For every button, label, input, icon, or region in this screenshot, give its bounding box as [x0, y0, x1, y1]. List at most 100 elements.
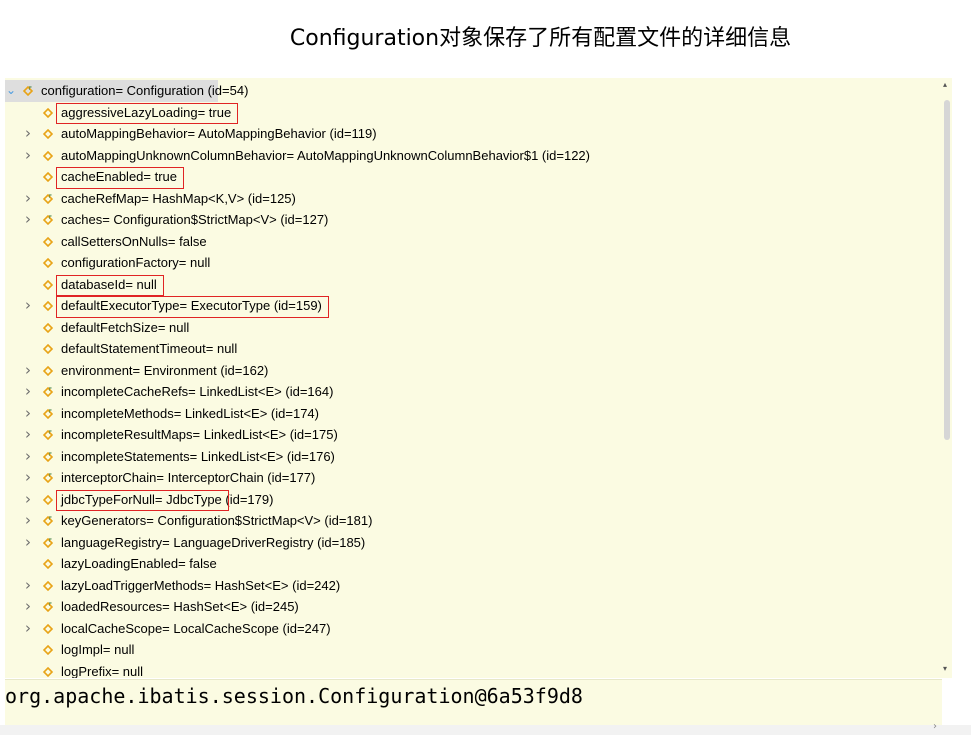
tree-row[interactable]: › FincompleteStatements= LinkedList<E> (i… — [5, 446, 935, 468]
tree-row-label: lazyLoadTriggerMethods= HashSet<E> (id=2… — [61, 577, 341, 593]
tree-root-label: configuration= Configuration (id=54) — [41, 83, 249, 98]
field-icon — [43, 129, 53, 139]
tree-row-label: configurationFactory= null — [61, 255, 211, 270]
highlight-box — [56, 489, 229, 511]
final-field-icon: F — [23, 86, 33, 96]
expand-toggle-icon[interactable]: › — [22, 489, 34, 511]
highlight-box — [56, 102, 239, 124]
field-icon — [43, 258, 53, 268]
expand-toggle-icon[interactable]: › — [22, 209, 34, 231]
tree-row[interactable]: › FkeyGenerators= Configuration$StrictMap… — [5, 510, 935, 532]
final-field-icon: F — [43, 215, 53, 225]
tree-row-label: lazyLoadingEnabled= false — [61, 556, 217, 571]
tree-row[interactable]: › FincompleteResultMaps= LinkedList<E> (i… — [5, 424, 935, 446]
expand-toggle-icon[interactable]: › — [22, 424, 34, 446]
tree-row[interactable]: › FinterceptorChain= InterceptorChain (id… — [5, 467, 935, 489]
expand-toggle-icon[interactable]: › — [22, 360, 34, 382]
field-icon — [43, 150, 53, 161]
scroll-right-arrow-icon[interactable]: › — [933, 721, 937, 732]
tree-row[interactable]: › FlanguageRegistry= LanguageDriverRegist… — [5, 532, 935, 554]
expand-toggle-icon[interactable]: › — [22, 532, 34, 554]
tree-row-label: cacheRefMap= HashMap<K,V> (id=125) — [61, 190, 296, 206]
svg-text:F: F — [49, 430, 52, 436]
expand-toggle-icon[interactable]: › — [22, 596, 34, 618]
svg-text:F: F — [49, 409, 52, 415]
field-icon — [43, 279, 53, 290]
field-icon — [43, 365, 53, 376]
expand-toggle-icon[interactable]: › — [22, 446, 34, 468]
tree-row-label: incompleteCacheRefs= LinkedList<E> (id=1… — [61, 384, 334, 399]
tree-row-label: logPrefix= null — [61, 663, 144, 679]
tree-row[interactable]: › localCacheScope= LocalCacheScope (id=24… — [5, 618, 935, 640]
tree-row[interactable]: › FloadedResources= HashSet<E> (id=245) — [5, 596, 935, 618]
final-field-icon: F — [43, 408, 53, 419]
tree-row-label: defaultStatementTimeout= null — [61, 341, 238, 356]
scroll-down-arrow-icon[interactable]: ▾ — [943, 664, 947, 673]
detail-value-text: org.apache.ibatis.session.Configuration@… — [5, 684, 583, 708]
scrollbar-thumb[interactable] — [944, 100, 950, 440]
expand-toggle-icon[interactable]: › — [22, 123, 34, 145]
vertical-scrollbar[interactable]: ▴ ▾ — [942, 78, 952, 678]
svg-text:F: F — [49, 194, 52, 200]
detail-pane[interactable]: org.apache.ibatis.session.Configuration@… — [5, 679, 942, 726]
tree-root-configuration[interactable]: ⌄ F configuration= Configuration (id=54) — [5, 80, 248, 102]
tree-row[interactable]: › FincompleteCacheRefs= LinkedList<E> (id… — [5, 381, 935, 403]
svg-text:F: F — [49, 538, 52, 544]
horizontal-scrollbar[interactable]: › — [0, 721, 971, 735]
final-field-icon: F — [43, 387, 53, 397]
svg-text:F: F — [49, 602, 52, 608]
field-icon — [43, 623, 53, 634]
expand-toggle-icon[interactable]: › — [22, 618, 34, 640]
tree-row[interactable]: › FincompleteMethods= LinkedList<E> (id=1… — [5, 403, 935, 425]
collapse-toggle-icon[interactable]: ⌄ — [5, 80, 17, 102]
expand-toggle-icon[interactable]: › — [22, 467, 34, 489]
tree-row-label: environment= Environment (id=162) — [61, 362, 269, 378]
tree-row[interactable]: › autoMappingUnknownColumnBehavior= AutoM… — [5, 145, 935, 167]
expand-toggle-icon[interactable]: › — [22, 381, 34, 403]
field-icon — [43, 236, 53, 247]
variables-tree: ⌄ F configuration= Configuration (id=54)… — [5, 78, 942, 678]
field-icon — [43, 107, 53, 118]
tree-row[interactable]: callSettersOnNulls= false — [5, 231, 935, 253]
field-icon — [43, 666, 53, 677]
svg-text:F: F — [49, 473, 52, 479]
final-field-icon: F — [43, 602, 53, 612]
tree-row[interactable]: lazyLoadingEnabled= false — [5, 553, 935, 575]
svg-text:F: F — [29, 86, 32, 92]
expand-toggle-icon[interactable]: › — [22, 145, 34, 167]
tree-row-label: logImpl= null — [61, 642, 135, 657]
tree-row[interactable]: › FcacheRefMap= HashMap<K,V> (id=125) — [5, 188, 935, 210]
tree-row-label: keyGenerators= Configuration$StrictMap<V… — [61, 513, 373, 528]
final-field-icon: F — [43, 473, 53, 483]
tree-row-label: localCacheScope= LocalCacheScope (id=247… — [61, 620, 331, 636]
tree-row[interactable]: › lazyLoadTriggerMethods= HashSet<E> (id=… — [5, 575, 935, 597]
field-icon — [43, 645, 53, 655]
expand-toggle-icon[interactable]: › — [22, 295, 34, 317]
tree-row[interactable]: logPrefix= null — [5, 661, 935, 679]
tree-row-label: autoMappingBehavior= AutoMappingBehavior… — [61, 126, 377, 141]
final-field-icon: F — [43, 193, 53, 204]
field-icon — [43, 559, 53, 569]
tree-row[interactable]: › Fcaches= Configuration$StrictMap<V> (id… — [5, 209, 935, 231]
scroll-up-arrow-icon[interactable]: ▴ — [943, 80, 947, 89]
expand-toggle-icon[interactable]: › — [22, 188, 34, 210]
tree-row[interactable]: defaultStatementTimeout= null — [5, 338, 935, 360]
svg-text:F: F — [49, 215, 52, 221]
tree-row[interactable]: › autoMappingBehavior= AutoMappingBehavio… — [5, 123, 935, 145]
tree-row[interactable]: defaultFetchSize= null — [5, 317, 935, 339]
tree-row[interactable]: logImpl= null — [5, 639, 935, 661]
tree-row-label: incompleteStatements= LinkedList<E> (id=… — [61, 448, 335, 464]
field-icon — [43, 580, 53, 591]
tree-row-label: caches= Configuration$StrictMap<V> (id=1… — [61, 212, 329, 227]
tree-row[interactable]: configurationFactory= null — [5, 252, 935, 274]
tree-row-label: languageRegistry= LanguageDriverRegistry… — [61, 534, 366, 550]
field-icon — [43, 301, 53, 311]
tree-row-label: incompleteMethods= LinkedList<E> (id=174… — [61, 405, 319, 421]
highlight-box — [56, 167, 185, 189]
expand-toggle-icon[interactable]: › — [22, 510, 34, 532]
expand-toggle-icon[interactable]: › — [22, 403, 34, 425]
tree-row[interactable]: › environment= Environment (id=162) — [5, 360, 935, 382]
expand-toggle-icon[interactable]: › — [22, 575, 34, 597]
svg-text:F: F — [49, 516, 52, 522]
final-field-icon: F — [43, 430, 53, 440]
